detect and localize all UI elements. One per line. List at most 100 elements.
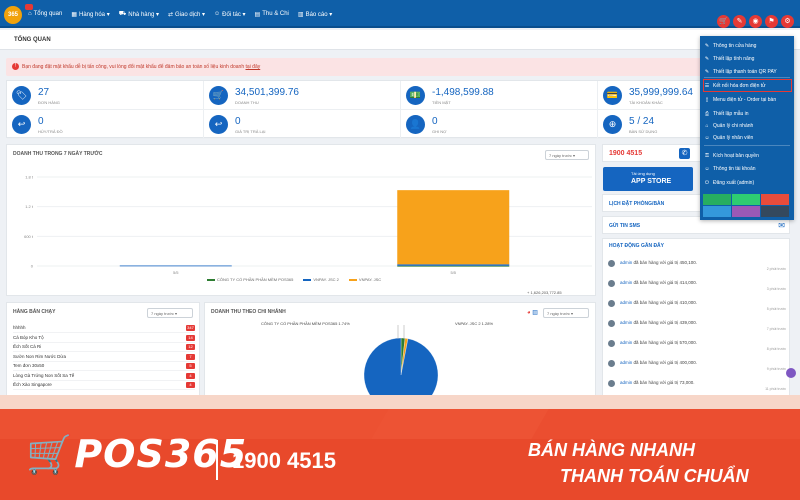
hot-items-range-select[interactable]: 7 ngày trước ▾: [147, 308, 193, 318]
activity-user[interactable]: admin: [620, 280, 632, 285]
nav-icon: ⌂: [28, 11, 32, 17]
activity-text: admin đã bán hàng với giá trị 439,000.: [620, 320, 697, 325]
hot-item-name: Ếch Xào Singapore: [13, 382, 52, 387]
booking-title: LỊCH ĐẶT PHÒNG/BÀN: [609, 201, 665, 207]
toolbar-icon[interactable]: 🛒: [717, 15, 730, 28]
activity-message: đã bán hàng với giá trị 439,000.: [633, 320, 698, 325]
top-navbar: 365 ⌂ Tổng quan ▦ Hàng hóa ▾ ⛟ Nhà hàng ▾ ⇄ Gia…: [0, 0, 800, 28]
stats-panel: 🏷 27 Đơn hàng 🛒 34,501,399.76 Doanh thu 💵 -1,49…: [6, 80, 795, 139]
dropdown-menu-item[interactable]: ⚿ Kích hoạt bản quyền: [704, 149, 792, 162]
theme-color-swatch[interactable]: [761, 206, 789, 217]
page-header: TỔNG QUAN: [0, 30, 800, 50]
main-nav: ⌂ Tổng quan ▦ Hàng hóa ▾ ⛟ Nhà hàng ▾ ⇄ Giao dị…: [28, 0, 332, 28]
menu-item-icon: ☺: [704, 134, 710, 141]
stat-card: 🏷 27 Đơn hàng: [7, 81, 204, 110]
menu-item-label: Kích hoạt bản quyền: [713, 152, 759, 159]
hot-item-name: Cá Bóp Kho Tộ: [13, 334, 44, 340]
hot-item-count: 7: [186, 353, 195, 360]
nav-icon: ⇄: [167, 11, 173, 18]
stat-value: 0: [235, 116, 241, 127]
dropdown-menu-item[interactable]: ☰ Kết nối hóa đơn điện tử: [703, 79, 792, 92]
menu-item-label: Thiết lập mẫu in: [713, 110, 749, 117]
activity-message: đã bán hàng với giá trị 570,000.: [633, 340, 698, 345]
hotline-number[interactable]: 1900 4515: [609, 150, 642, 157]
revenue-bar-chart: 1.8 t 1.2 t 600 t 0 5/5 5/5: [24, 175, 592, 275]
nav-item[interactable]: ▦ Hàng hóa ▾: [71, 11, 109, 18]
hot-item-count: 12: [186, 344, 195, 350]
x-tick-label: 5/5: [450, 270, 456, 275]
nav-item[interactable]: ▤ Thu & Chi: [255, 11, 289, 18]
bar-segment[interactable]: [397, 265, 510, 267]
activity-user[interactable]: admin: [620, 260, 632, 265]
bar-segment[interactable]: [397, 264, 510, 266]
banner-slogan-1: BÁN HÀNG NHANH: [528, 440, 695, 460]
scroll-widget-icon[interactable]: [786, 368, 796, 378]
stat-label: Bàn sử dụng: [629, 129, 658, 134]
app-logo[interactable]: 365: [4, 6, 22, 24]
activity-user[interactable]: admin: [620, 360, 632, 365]
hot-item-row[interactable]: Lòng Gà Trứng Non Sốt Sa Tế 4: [13, 372, 195, 381]
banner-hotline: 1900 4515: [232, 448, 336, 473]
toolbar-icon[interactable]: ⚙: [781, 15, 794, 28]
hot-item-row[interactable]: hhhhh 347: [13, 325, 195, 333]
menu-item-icon: ☺: [704, 165, 710, 172]
bar-segment[interactable]: [119, 265, 232, 267]
theme-color-swatch[interactable]: [732, 194, 760, 205]
theme-color-swatch[interactable]: [732, 206, 760, 217]
legend-label: VNPAY. JSC: [358, 277, 382, 282]
hot-item-row[interactable]: Ếch Sốt Cà Ri 12: [13, 344, 195, 352]
warning-link[interactable]: tại đây: [246, 64, 261, 70]
top-icon-group: 🛒 ✎ ◉ ⚑ ⚙: [717, 15, 794, 28]
y-tick-label: 600 t: [24, 234, 34, 239]
app-store-button[interactable]: Tải ứng dụng APP STORE: [603, 167, 693, 191]
stat-value: -1,498,599.88: [432, 87, 494, 98]
stat-label: Ghi nợ: [432, 129, 447, 134]
stat-label: Hủy/Trả đồ: [38, 129, 63, 134]
toolbar-icon[interactable]: ◉: [749, 15, 762, 28]
stat-icon: ↩: [209, 115, 228, 134]
activity-text: admin đã bán hàng với giá trị 570,000.: [620, 340, 697, 345]
theme-color-swatch[interactable]: [703, 194, 731, 205]
theme-color-swatch[interactable]: [761, 194, 789, 205]
banner-separator: [216, 440, 218, 480]
nav-item[interactable]: ▥ Báo cáo ▾: [298, 11, 332, 18]
toolbar-icon[interactable]: ✎: [733, 15, 746, 28]
legend-swatch: [303, 278, 312, 281]
hot-item-row[interactable]: Ếch Xào Singapore 4: [13, 382, 195, 390]
nav-item[interactable]: ⌂ Tổng quan: [28, 11, 62, 17]
activity-user[interactable]: admin: [620, 380, 632, 385]
nav-icon: ☺: [214, 11, 221, 17]
theme-color-swatch[interactable]: [703, 206, 731, 217]
dropdown-menu-item[interactable]: ▯ Menu điện tử - Order tại bàn: [704, 93, 792, 106]
dropdown-menu-item[interactable]: ✎ Thông tin cửa hàng: [704, 39, 792, 52]
nav-label: Thu & Chi: [262, 11, 289, 17]
dropdown-menu-item[interactable]: ☺ Quản lý nhân viên: [704, 131, 792, 144]
activity-user[interactable]: admin: [620, 340, 632, 345]
menu-item-icon: ▯: [705, 96, 709, 103]
menu-item-icon: ✎: [704, 55, 710, 62]
hot-item-row[interactable]: Sườn Non Rim Nước Dừa 7: [13, 353, 195, 362]
hot-item-row[interactable]: Cá Bóp Kho Tộ 14: [13, 334, 195, 343]
toolbar-icon[interactable]: ⚑: [765, 15, 778, 28]
activity-item: admin đã bán hàng với giá trị 439,000. 7 …: [608, 318, 790, 334]
dropdown-menu-item[interactable]: ✎ Thiết lập tính năng: [704, 52, 792, 65]
stat-icon: 👤: [406, 115, 425, 134]
activity-user[interactable]: admin: [620, 320, 632, 325]
nav-item[interactable]: ⇄ Giao dịch ▾: [168, 11, 205, 18]
phone-icon[interactable]: ✆: [679, 148, 690, 159]
hot-item-row[interactable]: Tem đơn 30x50 5: [13, 363, 195, 371]
stat-value: 34,501,399.76: [235, 87, 299, 98]
activity-user[interactable]: admin: [620, 300, 632, 305]
nav-item[interactable]: ☺ Đối tác ▾: [214, 11, 246, 18]
settings-dropdown-menu: ✎ Thông tin cửa hàng ✎ Thiết lập tính năng ✎…: [700, 36, 794, 220]
bar-segment[interactable]: [397, 190, 510, 265]
pie-slice[interactable]: [363, 337, 439, 399]
banner-top-strip: [0, 395, 800, 409]
dropdown-menu-item[interactable]: ⏻ Đăng xuất (admin): [704, 176, 792, 189]
dropdown-menu-item[interactable]: ☺ Thông tin tài khoản: [704, 162, 792, 175]
hot-item-count: 4: [186, 372, 195, 379]
activity-message: đã bán hàng với giá trị 400,000.: [633, 360, 698, 365]
hot-item-name: Ếch Sốt Cà Ri: [13, 344, 42, 349]
nav-item[interactable]: ⛟ Nhà hàng ▾: [119, 10, 159, 18]
legend-label: CÔNG TY CỔ PHẦN PHẦN MỀM POS365: [217, 277, 294, 282]
